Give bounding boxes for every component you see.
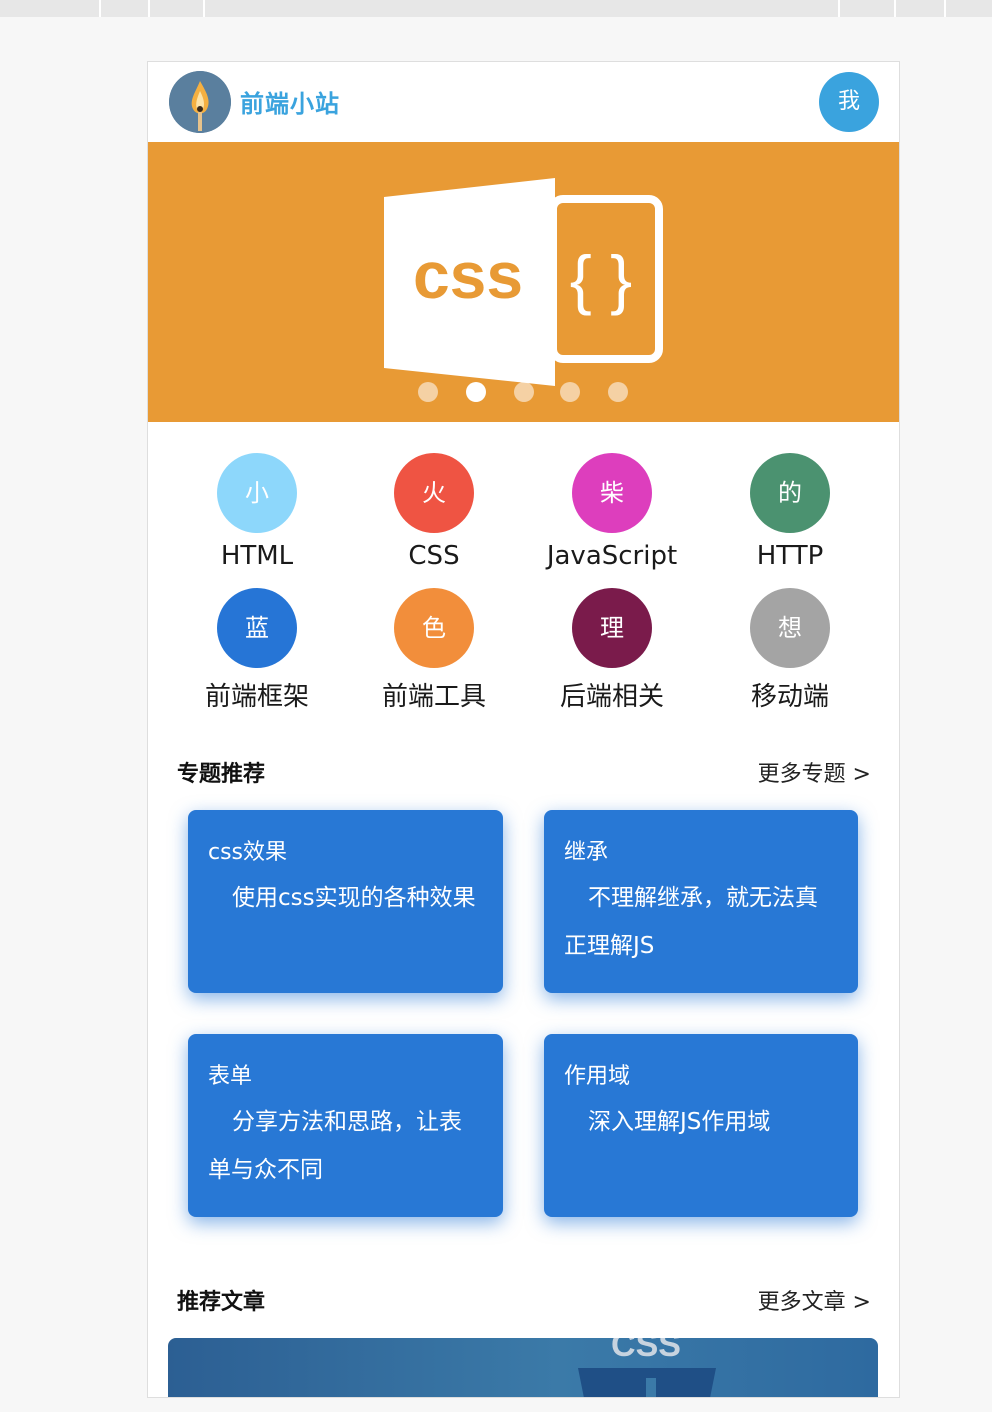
banner-css-text: css <box>413 238 523 312</box>
category-label: JavaScript <box>546 541 678 571</box>
topic-card-desc: 使用css实现的各种效果 <box>232 885 476 911</box>
category-label: CSS <box>408 541 460 571</box>
category-label: 前端工具 <box>381 682 486 712</box>
strip-divider <box>944 0 946 17</box>
carousel-dot[interactable] <box>418 382 438 402</box>
logo-icon[interactable] <box>169 71 231 133</box>
category-circle: 想 <box>750 588 830 668</box>
category-circle: 火 <box>394 453 474 533</box>
category-label: HTTP <box>756 541 824 571</box>
strip-divider <box>148 0 150 17</box>
category-mobile[interactable]: 想 移动端 <box>710 588 870 713</box>
topic-card-desc: 深入理解JS作用域 <box>588 1109 771 1135</box>
banner-braces-text: { } <box>570 242 632 316</box>
category-circle: 小 <box>217 453 297 533</box>
strip-divider <box>838 0 840 17</box>
more-topics-link[interactable]: 更多专题 > <box>758 756 871 788</box>
category-circle: 的 <box>750 453 830 533</box>
category-label: HTML <box>220 541 294 571</box>
topic-card[interactable]: css效果 使用css实现的各种效果 <box>188 810 503 993</box>
category-circle: 柴 <box>572 453 652 533</box>
topic-card-desc: 不理解继承，就无法真正理解JS <box>564 885 818 959</box>
article-thumbnail[interactable]: CSS <box>168 1338 878 1397</box>
carousel-dot[interactable] <box>608 382 628 402</box>
category-tools[interactable]: 色 前端工具 <box>354 588 514 713</box>
category-circle: 蓝 <box>217 588 297 668</box>
category-circle: 理 <box>572 588 652 668</box>
category-label: 后端相关 <box>559 682 664 712</box>
topic-card-title: 继承 <box>564 840 609 865</box>
category-circle: 色 <box>394 588 474 668</box>
category-frameworks[interactable]: 蓝 前端框架 <box>177 588 337 713</box>
carousel-dot[interactable] <box>514 382 534 402</box>
category-label: 前端框架 <box>204 682 309 712</box>
site-title: 前端小站 <box>240 90 340 118</box>
category-html[interactable]: 小 HTML <box>177 453 337 571</box>
category-label: 移动端 <box>750 682 829 712</box>
category-css[interactable]: 火 CSS <box>354 453 514 571</box>
carousel-dot-active[interactable] <box>466 382 486 402</box>
profile-button[interactable]: 我 <box>819 72 879 132</box>
carousel-dot[interactable] <box>560 382 580 402</box>
topic-card-title: 表单 <box>208 1064 253 1089</box>
mobile-page: 前端小站 我 css { } 小 HTML 火 CSS 柴 JavaScript… <box>147 61 900 1398</box>
topic-card[interactable]: 作用域 深入理解JS作用域 <box>544 1034 858 1217</box>
css-logo-icon: css { } <box>384 178 663 386</box>
topic-card[interactable]: 继承 不理解继承，就无法真正理解JS <box>544 810 858 993</box>
topic-card[interactable]: 表单 分享方法和思路，让表单与众不同 <box>188 1034 503 1217</box>
strip-divider <box>894 0 896 17</box>
strip-divider <box>99 0 101 17</box>
browser-top-strip <box>0 0 992 17</box>
category-http[interactable]: 的 HTTP <box>710 453 870 571</box>
articles-heading: 推荐文章 <box>177 1290 266 1315</box>
topic-card-title: 作用域 <box>564 1064 631 1089</box>
strip-divider <box>203 0 205 17</box>
topic-card-desc: 分享方法和思路，让表单与众不同 <box>208 1109 462 1183</box>
article-thumb-text: CSS <box>611 1338 681 1364</box>
more-articles-link[interactable]: 更多文章 > <box>758 1284 871 1316</box>
app-header: 前端小站 我 <box>148 62 899 142</box>
category-backend[interactable]: 理 后端相关 <box>532 588 692 713</box>
category-javascript[interactable]: 柴 JavaScript <box>532 453 692 571</box>
topics-heading: 专题推荐 <box>177 762 266 787</box>
topic-card-title: css效果 <box>208 840 288 865</box>
banner-carousel[interactable]: css { } <box>148 142 899 422</box>
